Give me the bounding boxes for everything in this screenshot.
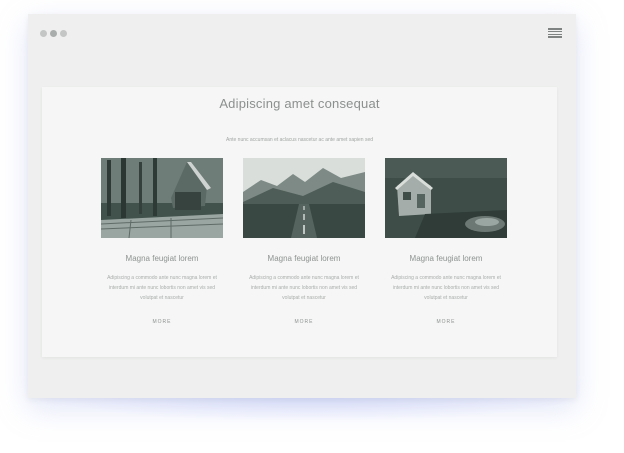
window-controls [40,30,67,37]
content-panel: Adipiscing amet consequat Ante nunc accu… [42,87,557,357]
page-title: Adipiscing amet consequat [219,96,380,111]
menu-line [548,28,562,30]
more-link[interactable]: MORE [385,319,507,325]
mountain-road-image [243,158,365,238]
window-dot[interactable] [40,30,47,37]
menu-line [548,30,562,33]
menu-line [548,36,562,38]
card-title: Magna feugiat lorem [267,254,341,263]
menu-line [548,33,562,36]
card-title: Magna feugiat lorem [125,254,199,263]
window-dot[interactable] [60,30,67,37]
card: Magna feugiat lorem Adipiscing a commodo… [385,158,507,325]
card-text: Adipiscing a commodo ante nunc magna lor… [391,275,501,301]
card-title: Magna feugiat lorem [409,254,483,263]
hamburger-icon[interactable] [548,28,562,38]
more-link[interactable]: MORE [101,319,223,325]
lakeside-hut-image [385,158,507,238]
card-text: Adipiscing a commodo ante nunc magna lor… [107,275,217,301]
forest-cabin-image [101,158,223,238]
card: Magna feugiat lorem Adipiscing a commodo… [101,158,223,325]
window-dot[interactable] [50,30,57,37]
page-subtitle: Ante nunc accumsan et aclacus nascetur a… [225,137,374,143]
card: Magna feugiat lorem Adipiscing a commodo… [243,158,365,325]
card-text: Adipiscing a commodo ante nunc magna lor… [249,275,359,301]
more-link[interactable]: MORE [243,319,365,325]
